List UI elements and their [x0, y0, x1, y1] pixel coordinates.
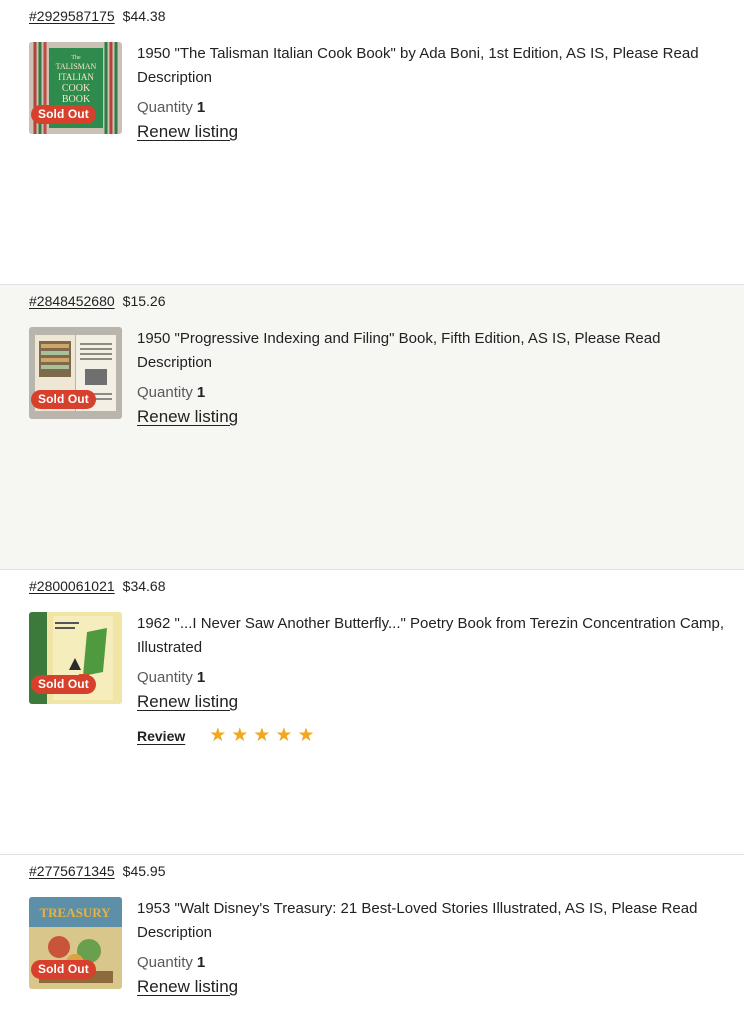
quantity-value: 1 [196, 669, 206, 686]
renew-listing-link[interactable]: Renew listing [137, 692, 238, 712]
star-icon: ★ [253, 725, 271, 746]
order-row: #2775671345 $45.95 TREASURY Sold Out 195… [0, 855, 744, 1023]
svg-text:TREASURY: TREASURY [39, 905, 111, 920]
star-icon: ★ [297, 725, 315, 746]
quantity-row: Quantity 1 [137, 954, 205, 971]
order-header: #2929587175 $44.38 [29, 8, 165, 24]
svg-text:BOOK: BOOK [62, 94, 91, 105]
order-id-link[interactable]: #2800061021 [29, 578, 115, 594]
star-rating: ★ ★ ★ ★ ★ [209, 726, 314, 745]
listing-thumbnail[interactable]: TREASURY Sold Out [29, 897, 122, 989]
quantity-row: Quantity 1 [137, 384, 205, 401]
quantity-value: 1 [196, 99, 206, 116]
quantity-value: 1 [196, 384, 206, 401]
svg-text:ITALIAN: ITALIAN [58, 72, 94, 82]
order-list: #2929587175 $44.38 The TALISMAN ITALIAN … [0, 0, 744, 1023]
sold-out-badge: Sold Out [31, 105, 96, 124]
star-icon: ★ [275, 725, 293, 746]
renew-listing-link[interactable]: Renew listing [137, 122, 238, 142]
star-icon: ★ [231, 725, 249, 746]
listing-title[interactable]: 1953 "Walt Disney's Treasury: 21 Best-Lo… [137, 897, 727, 945]
listing-thumbnail[interactable]: Sold Out [29, 327, 122, 419]
order-header: #2800061021 $34.68 [29, 578, 165, 594]
order-row: #2929587175 $44.38 The TALISMAN ITALIAN … [0, 0, 744, 285]
review-row: Review ★ ★ ★ ★ ★ [137, 726, 314, 745]
sold-out-badge: Sold Out [31, 960, 96, 979]
star-icon: ★ [209, 725, 227, 746]
listing-thumbnail[interactable]: Sold Out [29, 612, 122, 704]
quantity-value: 1 [196, 954, 206, 971]
renew-listing-link[interactable]: Renew listing [137, 407, 238, 427]
quantity-label: Quantity [137, 954, 193, 971]
svg-text:COOK: COOK [62, 83, 91, 94]
order-header: #2848452680 $15.26 [29, 293, 165, 309]
quantity-label: Quantity [137, 384, 193, 401]
svg-text:TALISMAN: TALISMAN [56, 62, 97, 71]
listing-title[interactable]: 1962 "...I Never Saw Another Butterfly..… [137, 612, 727, 660]
quantity-row: Quantity 1 [137, 669, 205, 686]
quantity-label: Quantity [137, 99, 193, 116]
quantity-label: Quantity [137, 669, 193, 686]
sold-out-badge: Sold Out [31, 390, 96, 409]
listing-title[interactable]: 1950 "Progressive Indexing and Filing" B… [137, 327, 727, 375]
order-header: #2775671345 $45.95 [29, 863, 165, 879]
review-link[interactable]: Review [137, 728, 185, 744]
order-row: #2800061021 $34.68 Sold Out 1962 "...I N… [0, 570, 744, 855]
order-id-link[interactable]: #2848452680 [29, 293, 115, 309]
listing-thumbnail[interactable]: The TALISMAN ITALIAN COOK BOOK Sold Out [29, 42, 122, 134]
sold-out-badge: Sold Out [31, 675, 96, 694]
order-price: $15.26 [122, 293, 166, 309]
order-price: $45.95 [122, 863, 166, 879]
order-row: #2848452680 $15.26 Sold Out 1950 "Progre… [0, 285, 744, 570]
renew-listing-link[interactable]: Renew listing [137, 977, 238, 997]
listing-title[interactable]: 1950 "The Talisman Italian Cook Book" by… [137, 42, 727, 90]
quantity-row: Quantity 1 [137, 99, 205, 116]
order-id-link[interactable]: #2775671345 [29, 863, 115, 879]
order-price: $44.38 [122, 8, 166, 24]
svg-text:The: The [71, 55, 81, 61]
order-id-link[interactable]: #2929587175 [29, 8, 115, 24]
order-price: $34.68 [122, 578, 166, 594]
